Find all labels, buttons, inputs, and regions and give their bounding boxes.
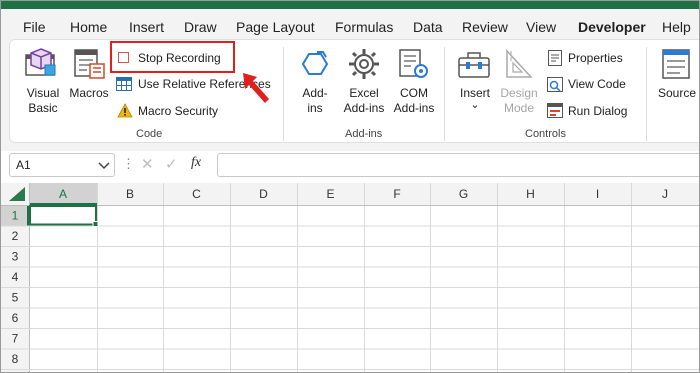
- chevron-down-icon[interactable]: [98, 162, 110, 170]
- com-add-ins-label: COM Add-ins: [393, 86, 435, 115]
- tab-developer[interactable]: Developer: [578, 19, 646, 35]
- cancel-icon[interactable]: ✕: [141, 155, 154, 173]
- table-grid-icon: [116, 77, 132, 91]
- add-ins-group-label: Add-ins: [345, 128, 383, 140]
- column-header-J[interactable]: J: [662, 187, 668, 201]
- name-box[interactable]: A1: [9, 153, 115, 177]
- title-accent-bar: [1, 1, 699, 9]
- column-header-B[interactable]: B: [126, 187, 134, 201]
- row-header-2[interactable]: 2: [12, 229, 19, 243]
- controls-group-label: Controls: [525, 128, 566, 140]
- macros-label: Macros: [69, 86, 109, 100]
- toolbox-icon: [458, 52, 490, 78]
- fill-handle[interactable]: [92, 221, 99, 227]
- source-label: Source: [657, 86, 697, 100]
- selected-cell-A1[interactable]: [29, 205, 97, 226]
- enter-icon[interactable]: ✓: [165, 155, 178, 173]
- name-box-value: A1: [16, 158, 31, 172]
- view-code-icon: [547, 77, 563, 92]
- code-group-label: Code: [136, 128, 163, 140]
- highlight-box: [110, 41, 235, 73]
- column-header-E[interactable]: E: [326, 187, 334, 201]
- row-header-1[interactable]: 1: [12, 209, 19, 223]
- row-header-4[interactable]: 4: [12, 270, 19, 284]
- tab-data[interactable]: Data: [413, 19, 443, 35]
- pointer-arrow-icon: [243, 73, 269, 103]
- formula-input[interactable]: [217, 153, 699, 177]
- excel-window: File Home Insert Draw Page Layout Formul…: [0, 0, 700, 373]
- properties-icon: [548, 50, 562, 66]
- tab-help[interactable]: Help: [662, 19, 691, 35]
- add-ins-icon: [301, 51, 329, 75]
- warning-icon: [117, 103, 133, 118]
- com-add-ins-icon: [399, 49, 428, 78]
- row-header-6[interactable]: 6: [12, 311, 19, 325]
- tab-file[interactable]: File: [23, 19, 46, 35]
- visual-basic-icon: [25, 48, 56, 76]
- group-divider: [646, 47, 647, 141]
- source-icon: [662, 49, 690, 79]
- row-header-7[interactable]: 7: [12, 332, 19, 346]
- macro-security-label: Macro Security: [138, 104, 219, 118]
- column-header-F[interactable]: F: [393, 187, 400, 201]
- row-header-8[interactable]: 8: [12, 352, 19, 366]
- group-divider: [283, 47, 284, 141]
- column-header-H[interactable]: H: [526, 187, 535, 201]
- gear-icon: [349, 49, 379, 79]
- add-ins-label: Add- ins: [302, 86, 328, 115]
- design-mode-label: Design Mode: [500, 86, 538, 115]
- column-header-C[interactable]: C: [192, 187, 201, 201]
- run-dialog-icon: [547, 103, 563, 118]
- tab-insert[interactable]: Insert: [129, 19, 164, 35]
- spreadsheet-grid[interactable]: A B C D E F G H I J 1 2 3 4 5 6 7 8: [1, 183, 700, 373]
- selected-row-marker: [27, 205, 29, 226]
- tab-review[interactable]: Review: [462, 19, 508, 35]
- selected-column-underline: [29, 203, 97, 205]
- tab-page-layout[interactable]: Page Layout: [236, 19, 315, 35]
- row-header-5[interactable]: 5: [12, 291, 19, 305]
- column-header-G[interactable]: G: [459, 187, 468, 201]
- visual-basic-label: Visual Basic: [26, 86, 60, 115]
- column-header-D[interactable]: D: [259, 187, 268, 201]
- column-header-I[interactable]: I: [596, 187, 599, 201]
- column-header-A[interactable]: A: [59, 187, 67, 201]
- excel-add-ins-label: Excel Add-ins: [343, 86, 385, 115]
- tab-draw[interactable]: Draw: [184, 19, 217, 35]
- chevron-down-icon: ⌄: [470, 99, 480, 111]
- tab-home[interactable]: Home: [70, 19, 107, 35]
- row-header-3[interactable]: 3: [12, 250, 19, 264]
- tab-formulas[interactable]: Formulas: [335, 19, 393, 35]
- drag-handle-icon[interactable]: ⋮: [122, 156, 135, 172]
- group-divider: [444, 47, 445, 141]
- run-dialog-label: Run Dialog: [568, 104, 628, 118]
- tab-view[interactable]: View: [526, 19, 556, 35]
- view-code-label: View Code: [568, 77, 626, 91]
- properties-label: Properties: [568, 51, 623, 65]
- insert-function-icon[interactable]: fx: [191, 155, 201, 171]
- macros-icon: [74, 49, 105, 79]
- design-mode-icon: [506, 49, 533, 78]
